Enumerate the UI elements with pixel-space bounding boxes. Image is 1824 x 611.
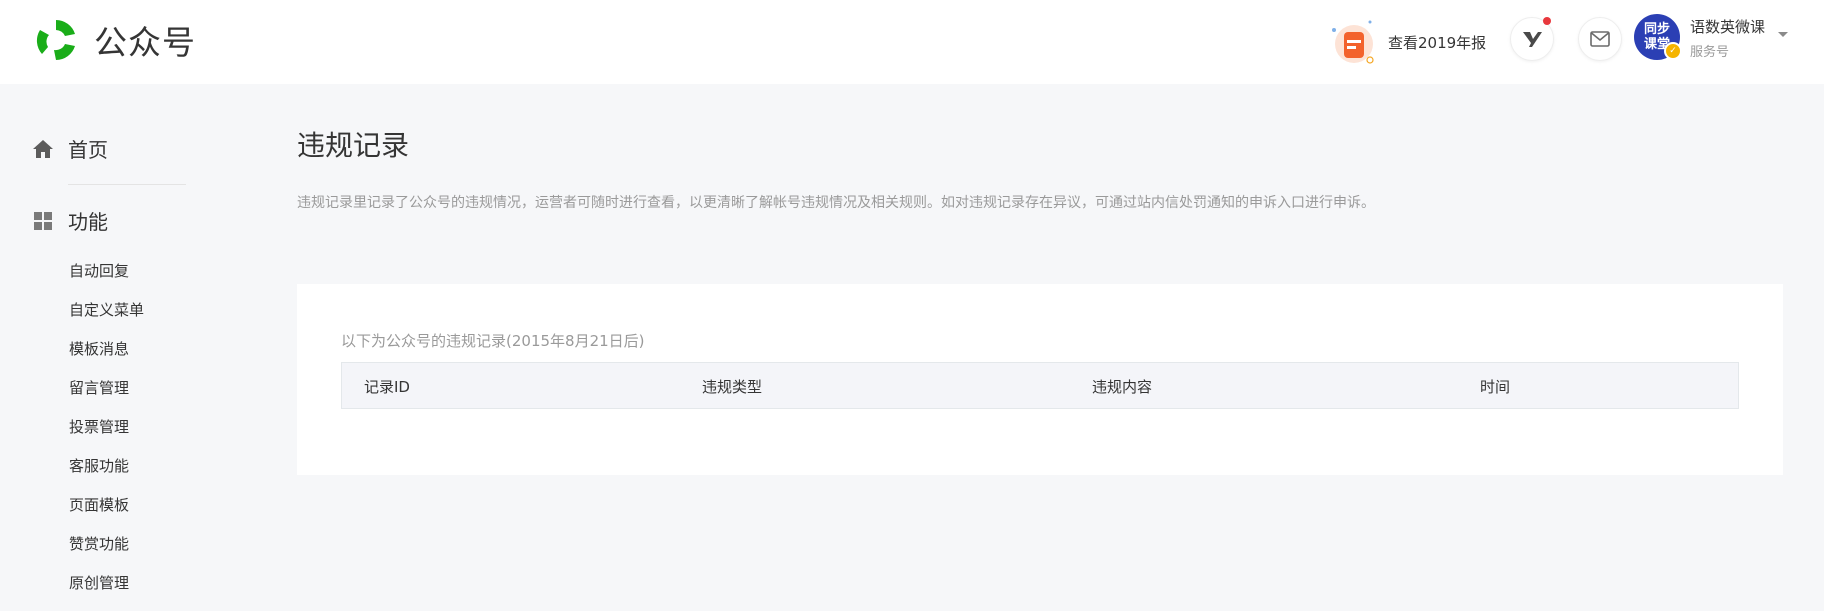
y-logo-icon — [1523, 32, 1542, 47]
brand-name: 公众号 — [94, 23, 196, 62]
column-header-violation-content: 违规内容 — [1092, 378, 1153, 396]
brand-logo[interactable]: 公众号 — [32, 16, 196, 64]
sidebar-item-comments[interactable]: 留言管理 — [69, 377, 144, 416]
account-avatar[interactable]: 同步课堂 ✓ — [1634, 14, 1682, 60]
account-name: 语数英微课 — [1690, 18, 1766, 36]
sidebar-functions-label: 功能 — [68, 210, 108, 234]
sidebar-item-page-templates[interactable]: 页面模板 — [69, 494, 144, 533]
sidebar-home-label: 首页 — [68, 138, 108, 162]
sidebar-divider — [68, 184, 186, 185]
wechat-mp-logo-icon — [34, 18, 78, 62]
sidebar-item-voting[interactable]: 投票管理 — [69, 416, 144, 455]
sidebar: 首页 功能 自动回复 自定义菜单 模板消息 留言管理 投票管理 客服功能 页面模… — [0, 84, 220, 592]
home-icon — [33, 139, 53, 158]
sidebar-item-customer-service[interactable]: 客服功能 — [69, 455, 144, 494]
sidebar-item-auto-reply[interactable]: 自动回复 — [69, 260, 144, 299]
sidebar-item-home[interactable]: 首页 — [32, 134, 108, 163]
sidebar-section-functions: 功能 — [32, 206, 108, 235]
sidebar-item-template-messages[interactable]: 模板消息 — [69, 338, 144, 377]
table-caption: 以下为公众号的违规记录(2015年8月21日后) — [341, 332, 645, 350]
table-header: 记录ID 违规类型 违规内容 时间 — [341, 362, 1739, 409]
app-switch-button[interactable] — [1510, 17, 1554, 61]
sidebar-item-original-content[interactable]: 原创管理 — [69, 572, 144, 611]
page-title: 违规记录 — [297, 129, 410, 162]
column-header-time: 时间 — [1480, 378, 1511, 396]
violation-records-panel: 以下为公众号的违规记录(2015年8月21日后) 记录ID 违规类型 违规内容 … — [297, 284, 1783, 475]
grid-icon — [34, 211, 52, 230]
annual-report-label: 查看2019年报 — [1388, 33, 1487, 52]
sidebar-item-tipping[interactable]: 赞赏功能 — [69, 533, 144, 572]
verified-badge-icon: ✓ — [1664, 42, 1682, 60]
top-bar: 公众号 查看2019年报 同步课堂 ✓ 语数英微课 服务号 — [0, 0, 1824, 84]
account-dropdown-caret-icon[interactable] — [1778, 32, 1788, 37]
column-header-violation-type: 违规类型 — [702, 378, 763, 396]
sidebar-function-menu: 自动回复 自定义菜单 模板消息 留言管理 投票管理 客服功能 页面模板 赞赏功能… — [69, 260, 144, 611]
notification-dot — [1543, 17, 1551, 25]
messages-button[interactable] — [1578, 17, 1622, 61]
column-header-record-id: 记录ID — [364, 378, 410, 396]
sidebar-item-custom-menu[interactable]: 自定义菜单 — [69, 299, 144, 338]
account-type: 服务号 — [1690, 45, 1730, 60]
mail-icon — [1590, 31, 1610, 47]
annual-report-icon — [1326, 16, 1378, 68]
annual-report-link[interactable]: 查看2019年报 — [1326, 16, 1486, 68]
page-description: 违规记录里记录了公众号的违规情况，运营者可随时进行查看，以更清晰了解帐号违规情况… — [297, 195, 1375, 211]
account-info[interactable]: 语数英微课 服务号 — [1690, 16, 1765, 60]
